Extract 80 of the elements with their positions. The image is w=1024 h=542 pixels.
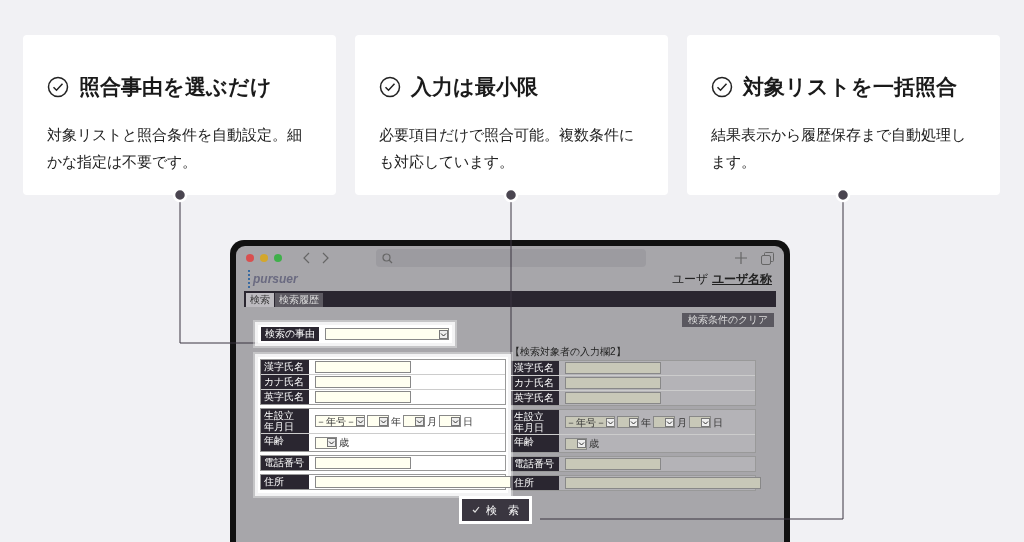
input-field[interactable] [565, 362, 661, 374]
tab[interactable]: 検索 [246, 293, 274, 307]
select-field[interactable]: －年号－ [565, 416, 615, 428]
user-name-link[interactable]: ユーザ名称 [712, 272, 772, 286]
field-label: 生設立年月日 [511, 410, 559, 434]
select-field[interactable] [617, 416, 639, 428]
field-label: 英字氏名 [261, 390, 309, 404]
feature-title: 照合事由を選ぶだけ [79, 74, 272, 100]
caret-icon [451, 416, 460, 426]
unit-label: 月 [677, 415, 687, 430]
search-button[interactable]: 検 索 [461, 499, 529, 521]
input-field[interactable] [565, 477, 761, 489]
feature-title: 入力は最小限 [411, 74, 538, 100]
caret-icon [415, 416, 424, 426]
check-icon [471, 506, 480, 514]
caret-icon [577, 439, 586, 448]
caret-icon [606, 417, 614, 427]
check-circle-icon [47, 75, 69, 98]
input-field[interactable] [315, 361, 411, 373]
input-field[interactable] [315, 476, 511, 488]
caret-icon [356, 416, 364, 426]
caret-icon [439, 329, 448, 339]
forward-icon[interactable] [322, 252, 330, 264]
logo: pursuer [248, 270, 298, 288]
field-label: 年齢 [511, 435, 559, 452]
field-label: 電話番号 [261, 456, 309, 470]
select-field[interactable] [403, 415, 425, 427]
field-label: カナ氏名 [511, 376, 559, 390]
field-label: 電話番号 [511, 457, 559, 471]
input-field[interactable] [315, 376, 411, 388]
unit-label: 日 [463, 414, 473, 429]
unit-label: 日 [713, 415, 723, 430]
field-label: カナ氏名 [261, 375, 309, 389]
search-icon [382, 252, 393, 264]
field-label: 検索の事由 [261, 327, 319, 341]
select-field[interactable] [565, 437, 587, 450]
select-field[interactable] [325, 328, 449, 340]
field-label: 生設立年月日 [261, 409, 309, 433]
back-icon[interactable] [302, 252, 310, 264]
tab[interactable]: 検索履歴 [275, 293, 323, 307]
select-field[interactable] [315, 436, 337, 449]
select-field[interactable] [689, 416, 711, 428]
check-circle-icon [379, 75, 401, 98]
caret-icon [701, 417, 710, 427]
input-field[interactable] [315, 391, 411, 403]
feature-description: 必要項目だけで照合可能。複数条件にも対応しています。 [379, 124, 635, 172]
unit-label: 年 [391, 414, 401, 429]
field-label: 英字氏名 [511, 391, 559, 405]
input-field[interactable] [315, 457, 411, 469]
select-field[interactable]: －年号－ [315, 415, 365, 427]
field-label: 年齢 [261, 434, 309, 451]
caret-icon [379, 416, 388, 426]
field-label: 漢字氏名 [261, 360, 309, 374]
select-field[interactable] [439, 415, 461, 427]
select-value: －年号－ [316, 415, 356, 427]
user-label: ユーザ [672, 272, 708, 286]
plus-icon[interactable] [735, 252, 747, 264]
field-label: 住所 [511, 476, 559, 490]
field-label: 漢字氏名 [511, 361, 559, 375]
unit-label: 歳 [589, 437, 599, 451]
caret-icon [327, 438, 336, 447]
caret-icon [629, 417, 638, 427]
caret-icon [665, 417, 674, 427]
panel-heading: 【検索対象者の入力欄2】 [510, 347, 627, 357]
input-field[interactable] [565, 392, 661, 404]
clear-conditions-button[interactable]: 検索条件のクリア [682, 313, 774, 327]
feature-description: 対象リストと照合条件を自動設定。細かな指定は不要です。 [47, 124, 303, 172]
input-field[interactable] [565, 458, 661, 470]
field-label: 住所 [261, 475, 309, 489]
input-field[interactable] [565, 377, 661, 389]
unit-label: 月 [427, 414, 437, 429]
tabs-icon[interactable] [761, 251, 774, 265]
check-circle-icon [711, 75, 733, 98]
unit-label: 歳 [339, 436, 349, 450]
select-field[interactable] [653, 416, 675, 428]
select-field[interactable] [367, 415, 389, 427]
feature-description: 結果表示から履歴保存まで自動処理します。 [711, 124, 967, 172]
unit-label: 年 [641, 415, 651, 430]
select-value: －年号－ [566, 416, 606, 428]
feature-title: 対象リストを一括照合 [743, 74, 957, 100]
